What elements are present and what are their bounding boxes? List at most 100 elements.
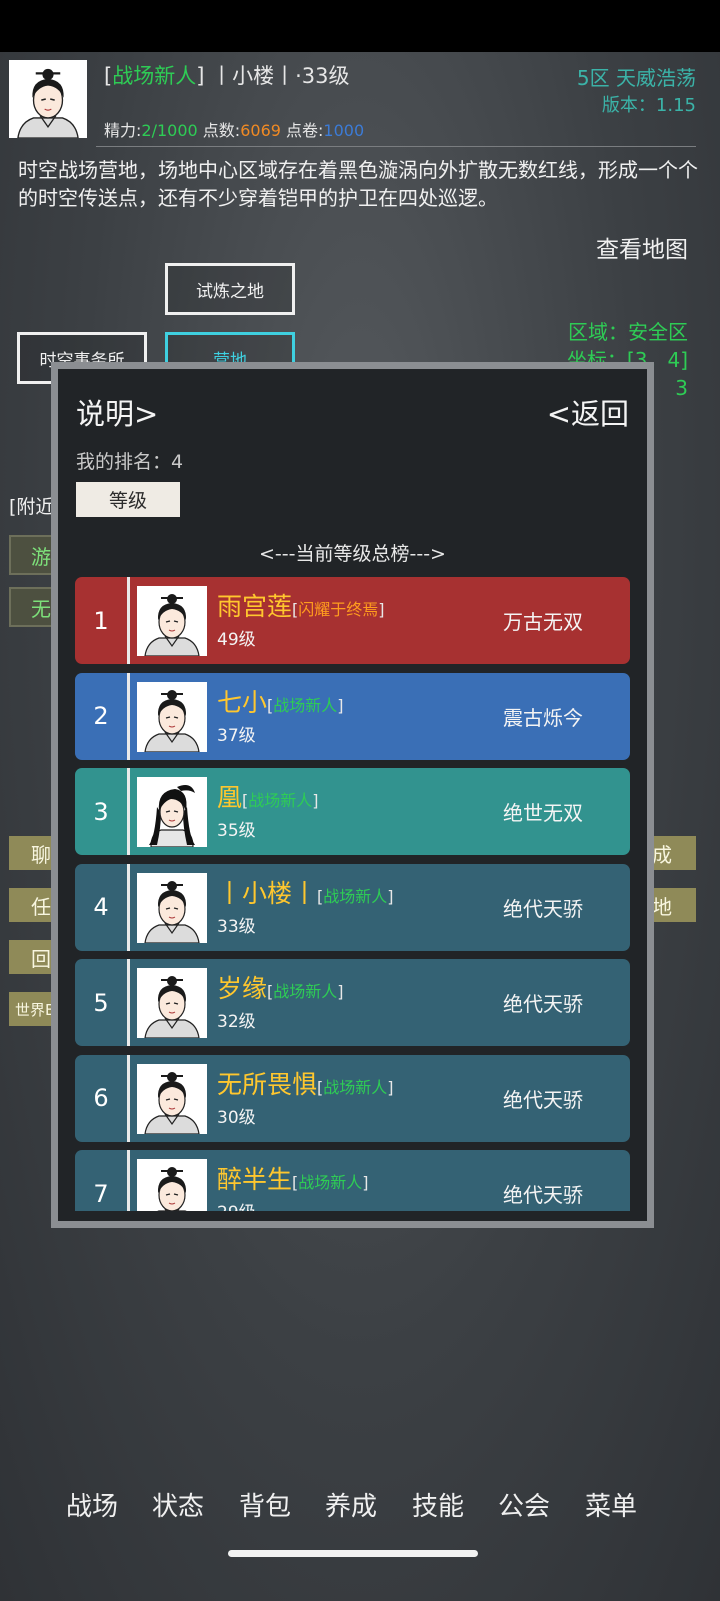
view-map-button[interactable]: 查看地图 (596, 230, 688, 264)
rank-player-name[interactable]: 丨小楼丨[战场新人] (217, 874, 394, 910)
rank-level: 35级 (217, 821, 256, 841)
explain-button[interactable]: 说明> (76, 391, 158, 433)
rank-level: 29级 (217, 1198, 256, 1211)
row-divider (127, 577, 130, 664)
server-name: 5区 天威浩荡 (576, 66, 696, 90)
player-name: 凰 (217, 783, 243, 812)
rank-number: 5 (93, 988, 109, 1017)
rank-title: 万古无双 (503, 610, 583, 634)
rank-title: 绝世无双 (503, 801, 583, 825)
rank-level: 37级 (217, 725, 256, 746)
player-name: 七小 (217, 687, 268, 717)
player-avatar[interactable] (9, 60, 87, 138)
ranking-dialog: 说明> <返回 我的排名：4 等级 <---当前等级总榜---> 1 雨宫莲[闪耀… (51, 362, 654, 1228)
nav-guild[interactable]: 公会 (498, 1486, 550, 1523)
nav-menu[interactable]: 菜单 (585, 1486, 637, 1523)
player-name: 丨小楼丨 (217, 878, 318, 908)
player-tag-text: 战场新人 (323, 1077, 388, 1097)
player-name: 无所畏惧 (217, 1069, 318, 1099)
rank-player-name[interactable]: 七小[战场新人] (217, 683, 344, 719)
player-tag: [战场新人] (292, 1173, 369, 1192)
rank-avatar[interactable] (137, 681, 207, 752)
tab-level[interactable]: 等级 (76, 482, 180, 517)
player-tag: [战场新人] (317, 886, 394, 906)
rank-title: 绝代天骄 (503, 896, 583, 921)
rank-player-name[interactable]: 无所畏惧[战场新人] (217, 1065, 394, 1101)
player-name-level: ] 丨小楼丨·33级 (196, 64, 350, 88)
row-divider (127, 1054, 130, 1142)
rank-avatar[interactable] (137, 777, 207, 847)
rank-title: 绝代天骄 (503, 1087, 583, 1112)
player-tag-text: 战场新人 (273, 695, 338, 715)
row-divider (127, 863, 130, 951)
nav-skills[interactable]: 技能 (412, 1486, 464, 1523)
player-tag-text: 战场新人 (248, 791, 313, 810)
rank-avatar[interactable] (137, 1063, 207, 1134)
status-bar (0, 0, 720, 52)
rank-avatar[interactable] (137, 872, 207, 943)
nearby-label: [附近 (9, 496, 55, 518)
rank-number: 6 (93, 1084, 109, 1112)
nav-status[interactable]: 状态 (152, 1486, 204, 1523)
ranking-row[interactable]: 4 丨小楼丨[战场新人] 33级 绝代天骄 (75, 863, 630, 951)
row-divider (127, 959, 130, 1046)
home-indicator[interactable] (228, 1550, 478, 1557)
player-tag-text: 战场新人 (298, 1173, 363, 1192)
player-tag: [战场新人] (267, 695, 344, 715)
energy-value: 2/1000 (141, 121, 198, 140)
rank-number: 7 (93, 1179, 109, 1208)
player-tag-text: 闪耀于终焉 (298, 600, 379, 619)
version-label: 版本：1.15 (601, 95, 696, 116)
rank-level: 49级 (217, 630, 256, 650)
nav-backpack[interactable]: 背包 (239, 1486, 291, 1523)
rank-title: 绝代天骄 (503, 992, 583, 1016)
rank-player-name[interactable]: 醉半生[战场新人] (217, 1160, 369, 1196)
ranking-row[interactable]: 6 无所畏惧[战场新人] 30级 绝代天骄 (75, 1054, 630, 1142)
player-tag-text: 战场新人 (273, 982, 338, 1001)
rank-avatar[interactable] (137, 586, 207, 656)
ranking-list[interactable]: 1 雨宫莲[闪耀于终焉] 49级 万古无双 2 七小[战场新人] 37级 震古烁今 3 凰[战场新… (75, 577, 632, 1211)
energy-label: 精力: (104, 121, 142, 140)
rank-player-name[interactable]: 岁缘[战场新人] (217, 969, 344, 1005)
player-badge: 战场新人 (112, 64, 197, 88)
points-value: 6069 (240, 121, 281, 140)
player-tag: [战场新人] (242, 791, 319, 810)
player-stats: 精力:2/1000 点数:6069 点卷:1000 (104, 117, 364, 141)
points-label: 点数: (202, 121, 241, 140)
rank-number: 4 (93, 893, 109, 921)
my-rank-label: 我的排名：4 (76, 451, 184, 473)
header-divider (96, 146, 696, 147)
vouchers-label: 点卷: (286, 121, 324, 140)
rank-avatar[interactable] (137, 968, 207, 1038)
nav-cultivate[interactable]: 养成 (325, 1486, 377, 1523)
ranking-row[interactable]: 3 凰[战场新人] 35级 绝世无双 (75, 768, 630, 855)
back-button[interactable]: <返回 (547, 391, 629, 433)
player-name: 雨宫莲 (217, 592, 293, 621)
rank-number: 3 (93, 797, 109, 826)
row-divider (127, 768, 130, 855)
male-portrait-icon (9, 60, 87, 138)
player-tag: [闪耀于终焉] (292, 600, 385, 619)
row-divider (127, 672, 130, 760)
rank-player-name[interactable]: 雨宫莲[闪耀于终焉] (217, 587, 385, 623)
rank-level: 30级 (217, 1107, 256, 1128)
ranking-row[interactable]: 7 醉半生[战场新人] 29级 绝代天骄 (75, 1150, 630, 1211)
rank-number: 1 (93, 606, 109, 635)
row-divider (127, 1150, 130, 1211)
player-tag: [战场新人] (267, 982, 344, 1001)
ranking-row[interactable]: 2 七小[战场新人] 37级 震古烁今 (75, 672, 630, 760)
bottom-nav: 战场 状态 背包 养成 技能 公会 菜单 (0, 1486, 720, 1526)
nav-battlefield[interactable]: 战场 (66, 1486, 118, 1523)
location-trial-button[interactable]: 试炼之地 (165, 263, 295, 315)
title-bracket: [ (104, 64, 113, 88)
rank-title: 震古烁今 (503, 705, 583, 730)
rank-number: 2 (93, 702, 109, 730)
rank-level: 33级 (217, 916, 256, 937)
location-description: 时空战场营地，场地中心区域存在着黑色漩涡向外扩散无数红线，形成一个个的时空传送点… (18, 158, 698, 210)
ranking-row[interactable]: 5 岁缘[战场新人] 32级 绝代天骄 (75, 959, 630, 1046)
rank-avatar[interactable] (137, 1159, 207, 1211)
rank-player-name[interactable]: 凰[战场新人] (217, 778, 319, 814)
board-title: <---当前等级总榜---> (259, 543, 446, 565)
ranking-row[interactable]: 1 雨宫莲[闪耀于终焉] 49级 万古无双 (75, 577, 630, 664)
vouchers-value: 1000 (323, 121, 365, 140)
